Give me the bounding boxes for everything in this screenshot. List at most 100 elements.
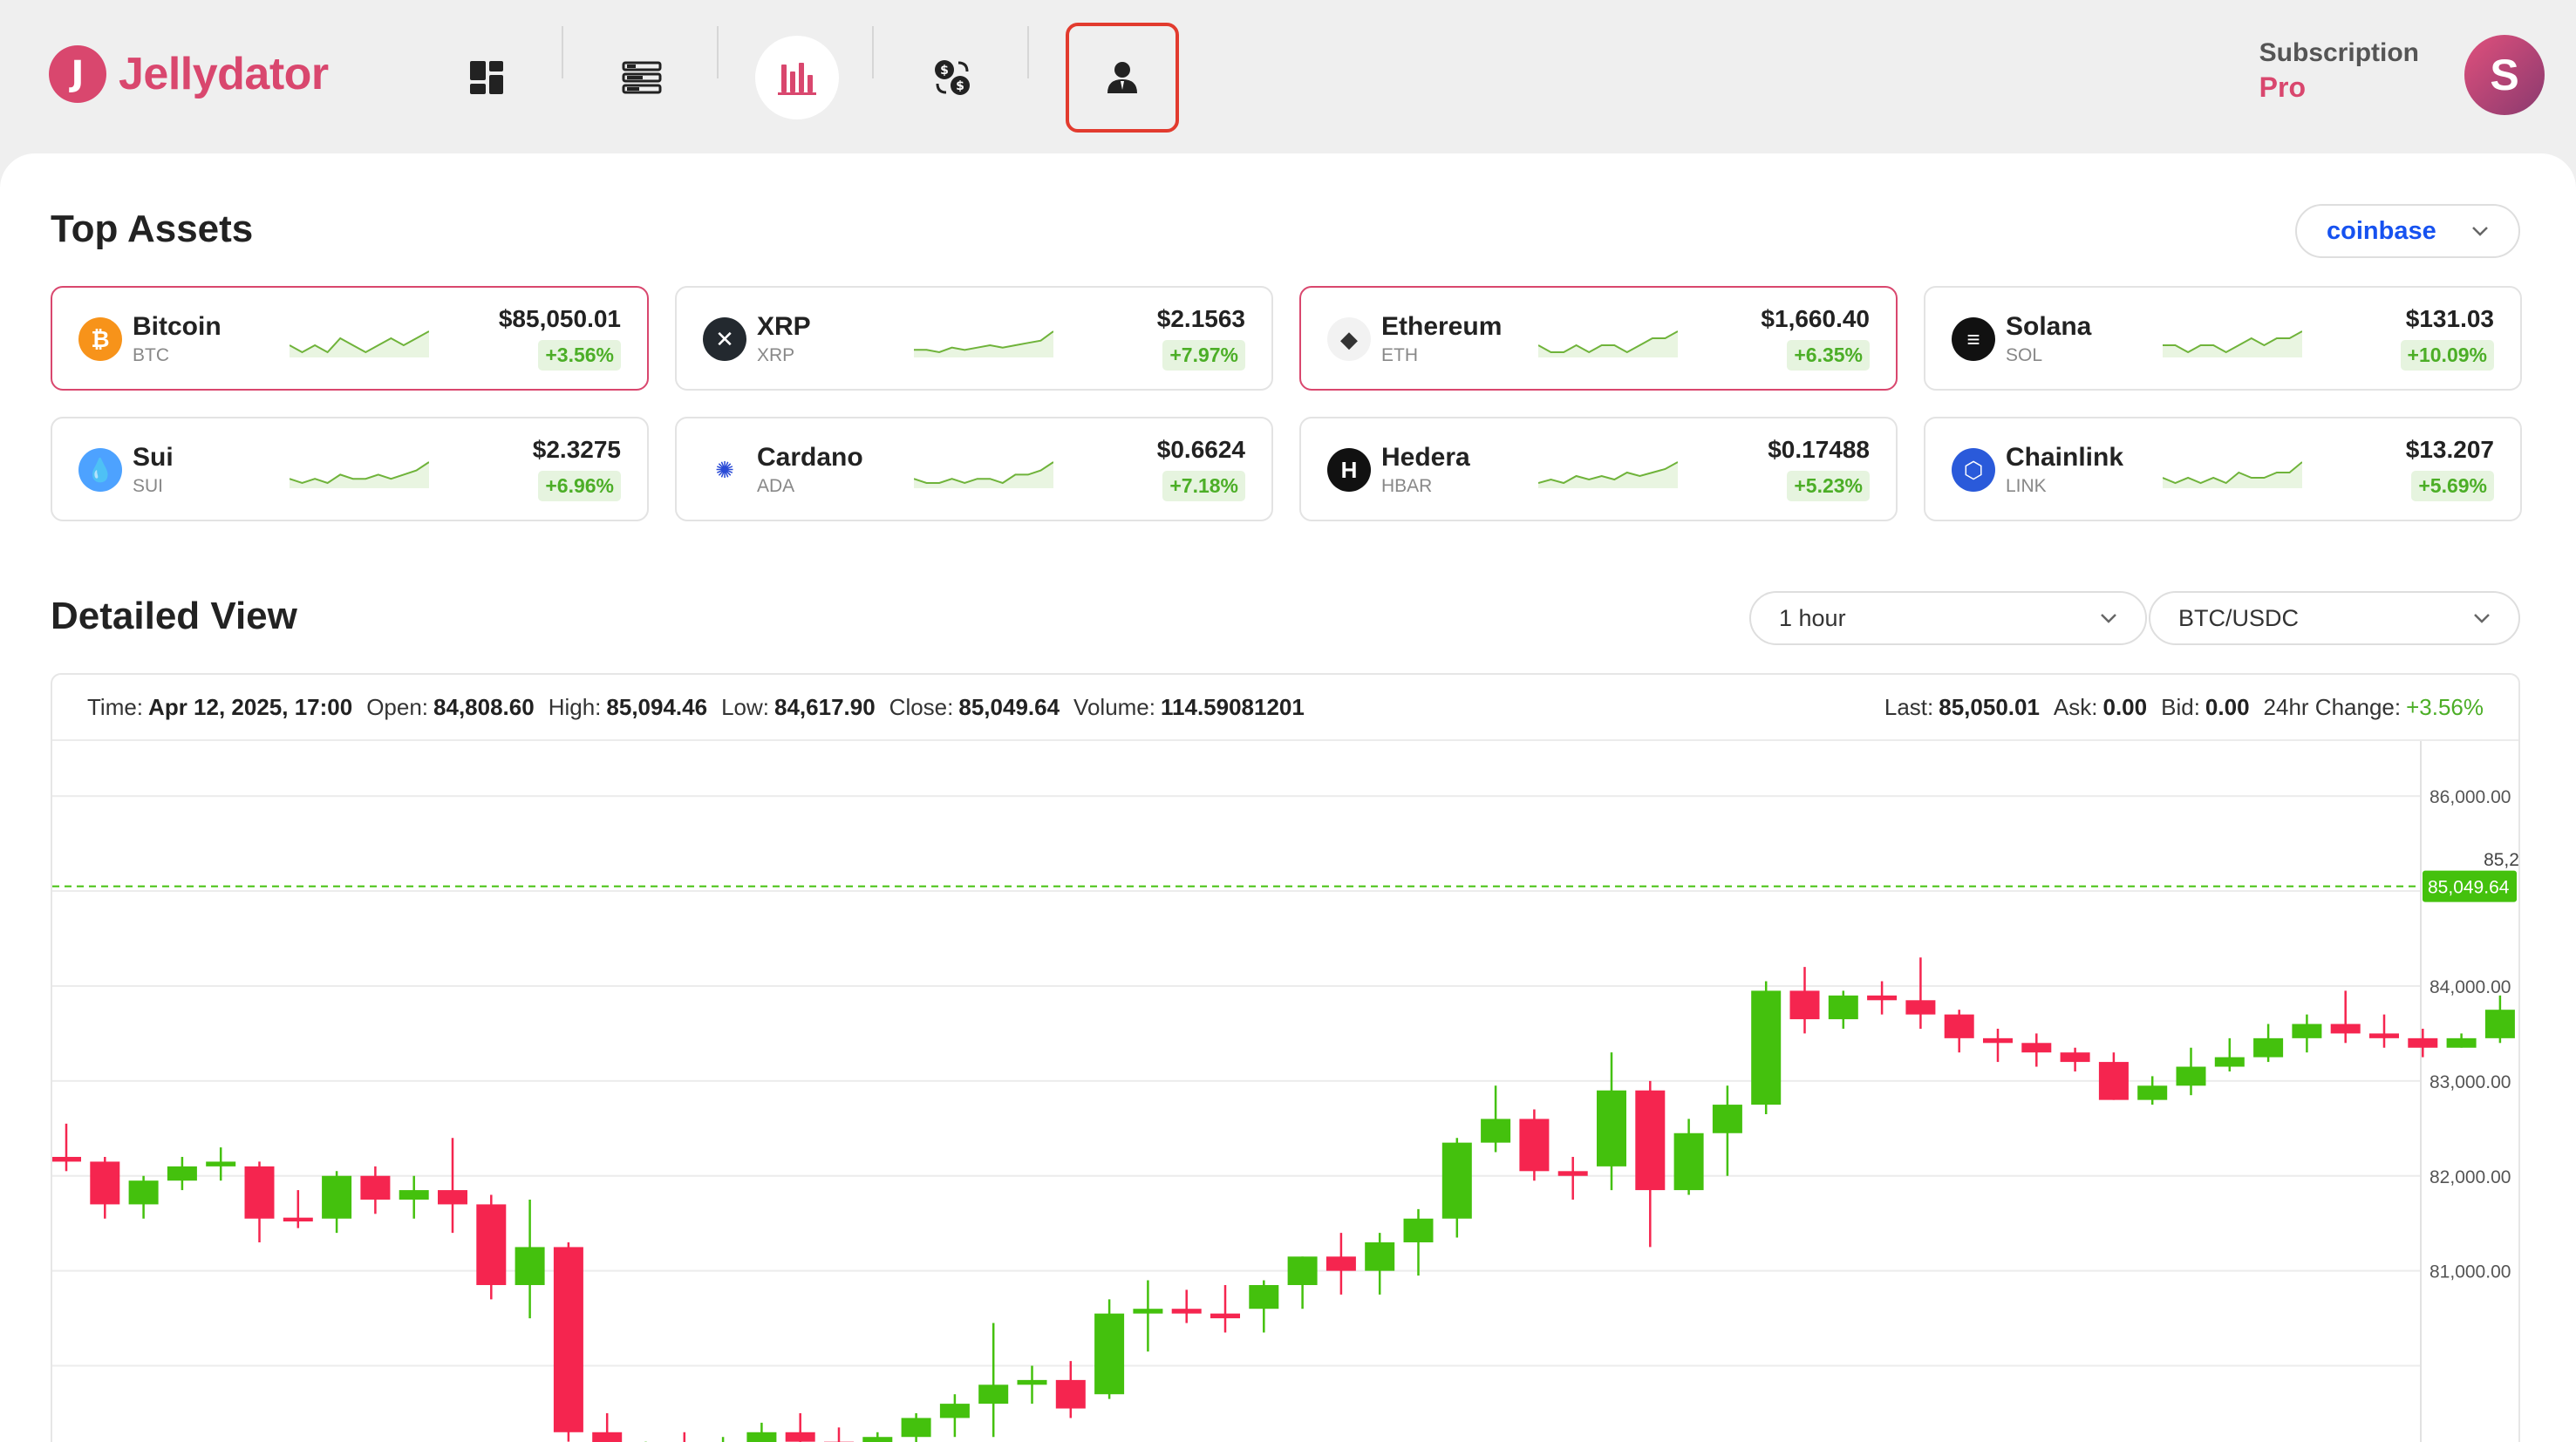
exchange-select[interactable]: coinbase	[2295, 204, 2520, 258]
asset-symbol: LINK	[2006, 476, 2047, 496]
candle-body	[283, 1217, 313, 1222]
bar-chart-icon	[778, 63, 816, 95]
nav-list[interactable]	[600, 36, 684, 119]
candle-body	[1557, 1171, 1588, 1176]
chevron-down-icon	[2474, 614, 2490, 623]
asset-symbol: HBAR	[1381, 476, 1433, 496]
candle-body	[167, 1166, 197, 1181]
sui-logo-icon: 💧	[78, 448, 122, 492]
interval-value: 1 hour	[1779, 604, 1846, 631]
candle-body	[1905, 1000, 1936, 1015]
candle-body	[1789, 990, 1820, 1020]
candlestick-chart[interactable]: 86,000.00 84,000.00 83,000.00 82,000.00 81,0…	[52, 741, 2518, 1442]
asset-card-eth[interactable]: ◆ Ethereum ETH $1,660.40 +6.35%	[1299, 286, 1898, 391]
low-value: 84,617.90	[774, 693, 876, 720]
candle-body	[438, 1190, 467, 1205]
asset-card-hbar[interactable]: H Hedera HBAR $0.17488 +5.23%	[1299, 417, 1898, 521]
candle-body	[939, 1404, 970, 1418]
nav-charts[interactable]	[755, 36, 839, 119]
avatar[interactable]: S	[2464, 35, 2545, 115]
sparkline	[290, 461, 429, 488]
main-panel: Top Assets coinbase ₿ Bitcoin BTC $85,050.0…	[0, 153, 2576, 1442]
nav-divider	[1027, 26, 1029, 78]
nav-dashboard[interactable]	[445, 36, 528, 119]
candle-body	[978, 1384, 1009, 1405]
candle-body	[2330, 1024, 2361, 1034]
asset-name: Hedera	[1381, 443, 1470, 472]
candle-body	[2253, 1037, 2284, 1058]
asset-card-ada[interactable]: ✺ Cardano ADA $0.6624 +7.18%	[675, 417, 1273, 521]
low-label: Low:	[721, 693, 769, 720]
chevron-down-icon	[2101, 614, 2116, 623]
pair-select[interactable]: BTC/USDC	[2149, 591, 2520, 645]
asset-card-btc[interactable]: ₿ Bitcoin BTC $85,050.01 +3.56%	[51, 286, 649, 391]
candle-body	[2098, 1062, 2129, 1100]
asset-symbol: SOL	[2006, 345, 2043, 365]
asset-change-badge: +5.23%	[1787, 471, 1870, 501]
candle-body	[746, 1432, 777, 1442]
asset-price: $13.207	[2405, 436, 2494, 463]
ask-value: 0.00	[2102, 693, 2148, 720]
asset-change-badge: +7.18%	[1162, 471, 1245, 501]
sparkline	[290, 330, 429, 357]
candle-body	[1481, 1119, 1511, 1143]
candle-body	[862, 1437, 893, 1442]
asset-name: Sui	[133, 443, 174, 472]
asset-change-badge: +6.35%	[1787, 340, 1870, 371]
chainlink-logo-icon: ⬡	[1952, 448, 1995, 492]
candle-body	[1673, 1133, 1704, 1191]
candle-body	[592, 1432, 623, 1442]
sparkline	[2163, 330, 2302, 357]
candle-body	[399, 1190, 429, 1200]
svg-text:$: $	[956, 79, 964, 93]
candle-body	[1094, 1313, 1125, 1395]
asset-price: $0.17488	[1768, 436, 1870, 463]
asset-change-badge: +5.69%	[2411, 471, 2494, 501]
candle-body	[1597, 1090, 1626, 1167]
logo-mark: J	[49, 45, 106, 103]
subscription-label: Subscription	[2259, 38, 2419, 67]
asset-price: $85,050.01	[498, 305, 621, 332]
candle-body	[901, 1418, 931, 1438]
high-value: 85,094.46	[606, 693, 708, 720]
candle-body	[1403, 1218, 1434, 1242]
candle-body	[206, 1161, 236, 1167]
app-logo[interactable]: J Jellydator	[49, 45, 329, 103]
cardano-logo-icon: ✺	[703, 448, 746, 492]
candle-body	[2292, 1024, 2322, 1038]
y-tick-label: 84,000.00	[2429, 977, 2511, 997]
asset-card-sol[interactable]: ≡ Solana SOL $131.03 +10.09%	[1924, 286, 2522, 391]
top-header: J Jellydator $ $ Subscription Pro S	[0, 0, 2576, 153]
y-tick-label: 86,000.00	[2429, 787, 2511, 807]
y-tick-label: 81,000.00	[2429, 1262, 2511, 1282]
candle-body	[785, 1432, 815, 1442]
bid-value: 0.00	[2205, 693, 2250, 720]
nav-account[interactable]	[1066, 23, 1179, 133]
bitcoin-logo-icon: ₿	[78, 317, 122, 361]
nav-divider	[717, 26, 719, 78]
main-nav: $ $	[445, 23, 1251, 133]
asset-change-badge: +3.56%	[538, 340, 621, 371]
hedera-logo-icon: H	[1327, 448, 1371, 492]
candle-body	[476, 1204, 507, 1285]
candle-body	[515, 1247, 545, 1285]
top-assets-title: Top Assets	[51, 207, 254, 250]
price-chart[interactable]: Time: Apr 12, 2025, 17:00 Open: 84,808.60 …	[51, 673, 2520, 1442]
list-icon	[622, 61, 662, 94]
candle-body	[1635, 1090, 1666, 1191]
candle-body	[322, 1175, 352, 1219]
interval-select[interactable]: 1 hour	[1749, 591, 2147, 645]
asset-price: $2.3275	[532, 436, 621, 463]
candle-body	[1867, 995, 1898, 1001]
app-name: Jellydator	[119, 49, 329, 99]
volume-value: 114.59081201	[1161, 693, 1305, 720]
asset-card-link[interactable]: ⬡ Chainlink LINK $13.207 +5.69%	[1924, 417, 2522, 521]
asset-card-xrp[interactable]: ✕ XRP XRP $2.1563 +7.97%	[675, 286, 1273, 391]
candle-body	[360, 1175, 391, 1200]
asset-card-sui[interactable]: 💧 Sui SUI $2.3275 +6.96%	[51, 417, 649, 521]
candle-body	[52, 1156, 81, 1162]
last-value: 85,050.01	[1939, 693, 2040, 720]
nav-exchange[interactable]: $ $	[910, 36, 994, 119]
sparkline-area	[1538, 462, 1678, 488]
change-label: 24hr Change:	[2263, 693, 2402, 720]
